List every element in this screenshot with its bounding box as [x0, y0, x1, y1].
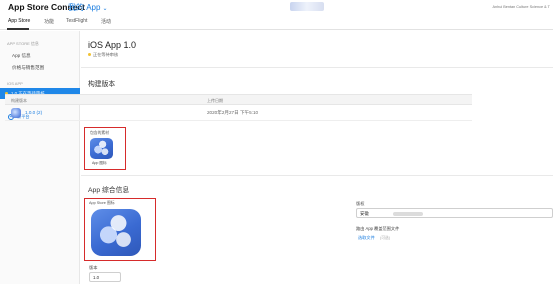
status-text: 正在等待审核 [93, 52, 119, 57]
status-badge: 正在等待审核 [88, 52, 118, 58]
build-number-link[interactable]: 1.0.0 (2) [25, 110, 42, 115]
top-header: App Store Connect 我的 App ⌄ Anhui Bentan C… [0, 0, 553, 14]
version-label: 版本 [89, 265, 98, 270]
build-section-title: 构建版本 [88, 81, 116, 88]
sidebar-item-app-info[interactable]: App 信息 [12, 53, 31, 59]
version-input[interactable]: 1.0 [89, 272, 121, 282]
app-store-icon-image[interactable] [91, 209, 141, 256]
optional-hint: (可选) [380, 235, 391, 240]
divider [81, 67, 553, 68]
account-name[interactable]: Anhui Bentan Culture Science & T [492, 5, 550, 9]
sidebar-section-app-store: APP STORE 信息 [7, 41, 39, 46]
tab-activity[interactable]: 活动 [101, 18, 111, 25]
general-section-title: App 综合信息 [88, 187, 130, 194]
choose-file-link[interactable]: 选取文件 [358, 235, 375, 241]
tab-app-store[interactable]: App Store [8, 18, 30, 24]
app-switcher-thumbnail[interactable] [290, 2, 324, 11]
build-app-icon [11, 108, 21, 118]
column-header-upload-date: 上传日期 [207, 98, 223, 103]
copyright-value: 安徽 [360, 211, 369, 217]
redacted-text [393, 212, 423, 216]
active-tab-indicator [7, 28, 29, 30]
column-header-build: 构建版本 [11, 98, 27, 103]
sidebar: APP STORE 信息 App 信息 价格与销售范围 IOS APP 1.0 … [0, 31, 80, 284]
page-title: iOS App 1.0 [88, 40, 137, 50]
tab-features[interactable]: 功能 [44, 18, 54, 25]
included-assets-label: 包含的素材 [90, 131, 109, 135]
included-icon-caption: App 图标 [92, 161, 107, 165]
app-store-icon-label: App Store 图标 [89, 201, 115, 205]
my-apps-menu[interactable]: 我的 App ⌄ [68, 2, 108, 13]
app-icon-image [90, 138, 113, 159]
version-value: 1.0 [93, 275, 100, 281]
my-apps-label: 我的 App [68, 3, 101, 12]
divider [81, 175, 553, 176]
tab-testflight[interactable]: TestFlight [66, 18, 87, 24]
sidebar-item-pricing[interactable]: 价格与销售范围 [12, 65, 44, 71]
sidebar-section-ios-app: IOS APP [7, 81, 23, 86]
chevron-down-icon: ⌄ [102, 6, 108, 12]
table-row[interactable]: 1.0.0 (2) 2020年2月27日 下午5:10 [5, 105, 472, 121]
status-dot-icon [88, 53, 91, 57]
copyright-input[interactable]: 安徽 [356, 208, 553, 218]
routing-file-label: 路由 App 覆盖范围文件 [356, 226, 400, 231]
copyright-label: 版权 [356, 201, 365, 206]
build-table-header: 构建版本 上传日期 [5, 94, 472, 105]
tab-bar: App Store 功能 TestFlight 活动 [0, 14, 553, 30]
upload-date: 2020年2月27日 下午5:10 [207, 110, 259, 115]
